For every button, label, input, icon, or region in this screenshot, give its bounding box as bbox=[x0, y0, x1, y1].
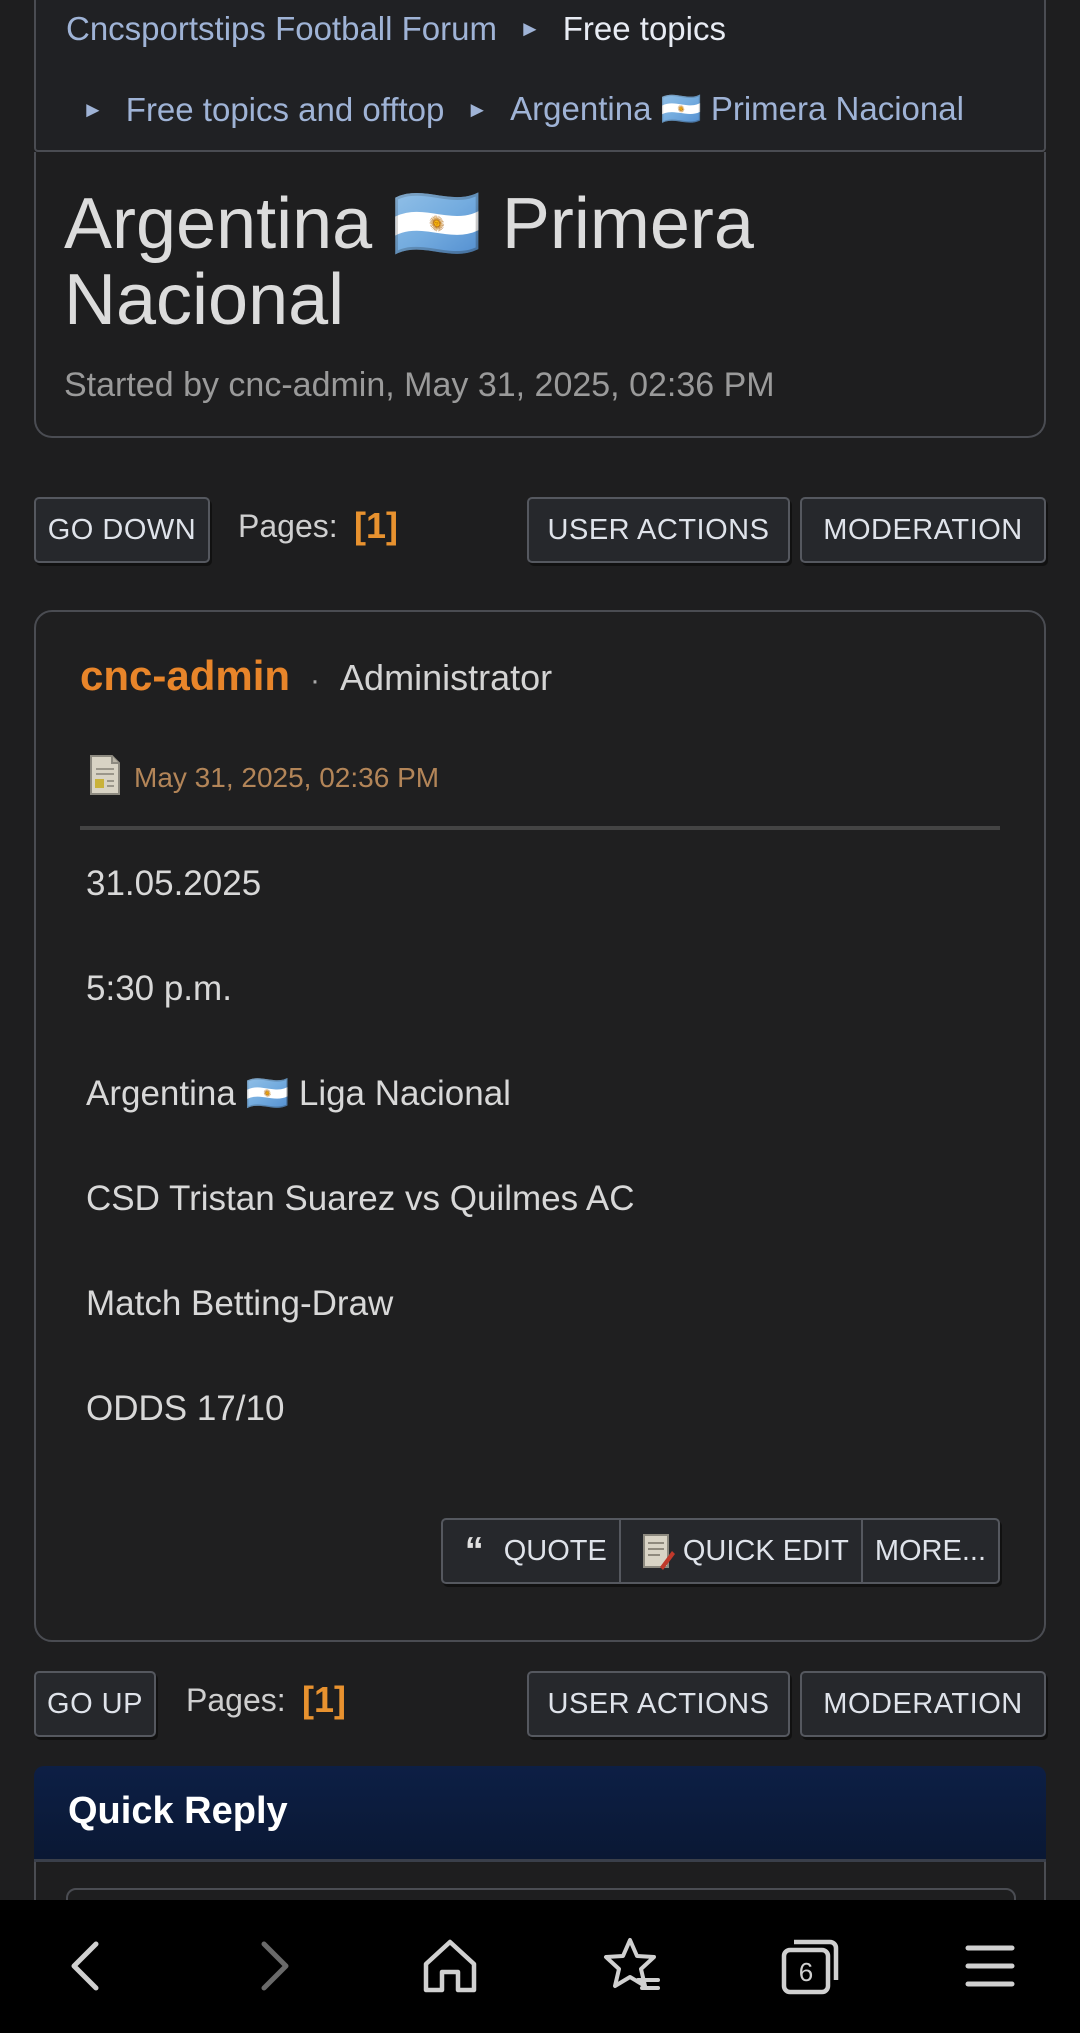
forum-topic-page: Cncsportstips Football Forum ► Free topi… bbox=[0, 0, 1080, 2033]
quote-icon: “ bbox=[464, 1529, 484, 1572]
tabs-count: 6 bbox=[799, 1957, 813, 1987]
page-number-link[interactable]: [1] bbox=[302, 1679, 346, 1721]
go-up-button[interactable]: GO UP bbox=[34, 1671, 156, 1737]
breadcrumb-topic-link[interactable]: Argentina 🇦🇷 Primera Nacional bbox=[510, 90, 964, 129]
post-document-icon bbox=[88, 754, 122, 801]
pages-label: Pages: bbox=[186, 1682, 286, 1718]
quote-label: QUOTE bbox=[503, 1534, 607, 1567]
quick-reply-title: Quick Reply bbox=[68, 1790, 288, 1832]
breadcrumb-separator: ► bbox=[518, 16, 541, 41]
quick-reply-header: Quick Reply bbox=[34, 1766, 1046, 1862]
browser-nav-bar: 6 bbox=[0, 1900, 1080, 2033]
post-line: CSD Tristan Suarez vs Quilmes AC bbox=[86, 1179, 635, 1218]
go-down-button[interactable]: GO DOWN bbox=[34, 497, 210, 563]
post-meta: May 31, 2025, 02:36 PM bbox=[88, 754, 439, 801]
post-line: 31.05.2025 bbox=[86, 864, 262, 903]
post-line: Argentina 🇦🇷 Liga Nacional bbox=[86, 1074, 511, 1113]
breadcrumb-free-topics-link[interactable]: Free topics bbox=[563, 10, 726, 48]
back-icon[interactable] bbox=[56, 1934, 120, 1998]
quick-reply-body bbox=[34, 1862, 1046, 1918]
forward-icon[interactable] bbox=[240, 1934, 304, 1998]
breadcrumb-offtop-link[interactable]: Free topics and offtop bbox=[126, 91, 445, 129]
more-button[interactable]: MORE... bbox=[863, 1520, 998, 1582]
moderation-button[interactable]: MODERATION bbox=[800, 1671, 1046, 1737]
post-body: 31.05.2025 5:30 p.m. Argentina 🇦🇷 Liga N… bbox=[86, 864, 635, 1494]
user-actions-button[interactable]: USER ACTIONS bbox=[527, 1671, 790, 1737]
post-line: Match Betting-Draw bbox=[86, 1284, 394, 1323]
poster-info: cnc-admin · Administrator bbox=[80, 652, 552, 700]
tabs-icon[interactable]: 6 bbox=[778, 1934, 842, 1998]
post-actions: “ QUOTE QUICK EDIT MORE... bbox=[440, 1518, 1000, 1584]
breadcrumb-forum-link[interactable]: Cncsportstips Football Forum bbox=[66, 10, 497, 48]
poster-role: Administrator bbox=[340, 657, 553, 698]
post-line: 5:30 p.m. bbox=[86, 969, 232, 1008]
quote-button[interactable]: “ QUOTE bbox=[443, 1520, 621, 1582]
edit-notepad-icon bbox=[641, 1531, 675, 1571]
post: cnc-admin · Administrator May 31, 2025, … bbox=[34, 610, 1046, 1642]
post-date-link[interactable]: May 31, 2025, 02:36 PM bbox=[134, 762, 439, 794]
post-line: ODDS 17/10 bbox=[86, 1389, 285, 1428]
poster-name-link[interactable]: cnc-admin bbox=[80, 652, 290, 700]
post-divider bbox=[80, 826, 1000, 830]
moderation-button[interactable]: MODERATION bbox=[800, 497, 1046, 563]
topic-started-by: Started by cnc-admin, May 31, 2025, 02:3… bbox=[64, 366, 775, 404]
breadcrumb-separator: ► bbox=[82, 96, 104, 122]
quick-edit-label: QUICK EDIT bbox=[682, 1534, 849, 1567]
page-number-link[interactable]: [1] bbox=[354, 505, 398, 547]
breadcrumb-separator: ► bbox=[466, 96, 489, 122]
page-title: Argentina 🇦🇷 Primera Nacional bbox=[64, 184, 754, 340]
bookmarks-icon[interactable] bbox=[598, 1934, 662, 1998]
user-actions-button[interactable]: USER ACTIONS bbox=[527, 497, 790, 563]
poster-separator: · bbox=[310, 664, 321, 697]
menu-icon[interactable] bbox=[958, 1934, 1022, 1998]
quick-edit-button[interactable]: QUICK EDIT bbox=[621, 1520, 863, 1582]
breadcrumb: Cncsportstips Football Forum ► Free topi… bbox=[34, 0, 1046, 152]
pages-label: Pages: bbox=[238, 508, 338, 544]
home-icon[interactable] bbox=[418, 1934, 482, 1998]
topic-header: Argentina 🇦🇷 Primera Nacional Started by… bbox=[34, 152, 1046, 438]
